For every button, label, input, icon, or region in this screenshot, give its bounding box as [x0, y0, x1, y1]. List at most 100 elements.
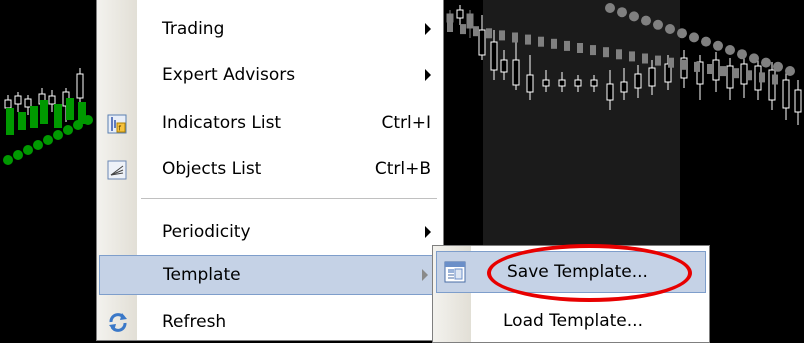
candle-body — [6, 108, 14, 135]
indicator-dot — [13, 150, 23, 160]
submenu-arrow-icon — [425, 23, 431, 35]
template-submenu: Save Template... Load Template... — [432, 245, 710, 343]
indicator-dot — [605, 3, 615, 13]
candle-body — [490, 41, 498, 71]
candle-body — [707, 64, 713, 74]
chart-context-menu: Trading Expert Advisors f Indicators Lis… — [96, 0, 444, 341]
menu-item-expert-advisors[interactable]: Expert Advisors — [97, 56, 443, 94]
candle-body — [558, 79, 566, 87]
candle-body — [642, 53, 648, 64]
menu-item-load-template[interactable]: Load Template... — [433, 302, 709, 340]
candle-body — [525, 34, 531, 45]
candle-body — [733, 68, 739, 79]
candle-body — [473, 26, 479, 37]
menu-separator — [141, 198, 437, 199]
candle-body — [30, 106, 38, 128]
candle-body — [772, 74, 778, 85]
indicator-dot — [689, 32, 699, 43]
menu-item-label: Load Template... — [503, 311, 643, 331]
indicator-dot — [665, 24, 675, 34]
indicator-dot — [701, 36, 711, 47]
indicator-dot — [713, 40, 723, 51]
candle-body — [538, 36, 544, 47]
candle-body — [681, 59, 687, 70]
candle-body — [447, 22, 453, 32]
candle-body — [4, 99, 12, 109]
menu-item-indicators-list[interactable]: f Indicators List Ctrl+I — [97, 104, 443, 142]
candle-body — [574, 79, 582, 87]
menu-item-label: Save Template... — [507, 262, 648, 282]
indicator-dot — [63, 125, 73, 135]
indicators-list-icon: f — [107, 114, 127, 134]
trading-terminal-window: Trading Expert Advisors f Indicators Lis… — [0, 0, 804, 343]
candle-body — [712, 59, 720, 81]
candle-body — [606, 83, 614, 101]
candle-body — [76, 73, 84, 99]
submenu-arrow-icon — [425, 69, 431, 81]
indicator-dot — [73, 120, 83, 130]
candle-body — [18, 112, 26, 130]
candle-body — [694, 61, 700, 72]
candle-body — [629, 51, 635, 62]
candle-body — [759, 72, 765, 83]
candle-body — [48, 95, 56, 105]
menu-item-label: Refresh — [162, 312, 227, 332]
menu-item-shortcut: Ctrl+B — [374, 159, 431, 179]
indicator-dot — [773, 61, 783, 72]
indicator-dot — [33, 140, 43, 150]
indicator-dot — [83, 115, 93, 125]
candle-body — [486, 28, 492, 39]
candle-body — [24, 98, 32, 108]
indicator-dot — [677, 28, 687, 39]
candle-body — [512, 59, 520, 86]
candle-body — [590, 45, 596, 56]
menu-item-label: Template — [163, 265, 241, 285]
indicator-dot — [653, 19, 663, 30]
indicator-dot — [43, 135, 53, 145]
candle-body — [551, 38, 557, 49]
candle-body — [478, 29, 486, 56]
candle-body — [603, 47, 609, 58]
candle-body — [542, 79, 550, 87]
candle-body — [620, 81, 628, 93]
refresh-icon — [107, 311, 127, 332]
submenu-arrow-icon — [425, 226, 431, 238]
menu-item-shortcut: Ctrl+I — [381, 113, 431, 133]
candle-body — [460, 24, 466, 35]
menu-item-periodicity[interactable]: Periodicity — [97, 213, 443, 251]
indicator-dot — [3, 155, 13, 165]
candle-body — [500, 59, 508, 73]
candle-body — [794, 89, 802, 113]
candle-body — [668, 57, 674, 68]
indicator-dot — [761, 57, 771, 68]
indicator-dot — [53, 130, 63, 140]
menu-item-objects-list[interactable]: Objects List Ctrl+B — [97, 150, 443, 188]
menu-item-refresh[interactable]: Refresh — [97, 303, 443, 341]
candle-body — [564, 40, 570, 51]
save-template-icon — [444, 261, 466, 283]
candle-body — [66, 98, 74, 120]
submenu-arrow-icon — [422, 269, 428, 281]
candle-body — [526, 74, 534, 93]
menu-item-label: Indicators List — [162, 113, 282, 133]
candle-body — [456, 9, 464, 19]
candle-body — [720, 66, 726, 77]
indicator-dot — [749, 53, 759, 64]
candle-body — [14, 95, 22, 105]
candle-body — [616, 49, 622, 60]
candle-body — [54, 104, 62, 128]
indicator-dot — [629, 11, 639, 22]
objects-list-icon — [107, 160, 127, 180]
menu-item-label: Trading — [162, 19, 225, 39]
indicator-dot — [737, 49, 747, 60]
candle-body — [746, 70, 752, 81]
menu-item-label: Periodicity — [162, 222, 251, 242]
menu-item-template[interactable]: Template — [99, 255, 441, 295]
candle-body — [590, 79, 598, 87]
menu-item-trading[interactable]: Trading — [97, 10, 443, 48]
candle-body — [655, 55, 661, 66]
menu-item-label: Objects List — [162, 159, 262, 179]
menu-item-save-template[interactable]: Save Template... — [436, 251, 706, 293]
indicator-dot — [725, 45, 735, 55]
candle-body — [40, 100, 48, 124]
